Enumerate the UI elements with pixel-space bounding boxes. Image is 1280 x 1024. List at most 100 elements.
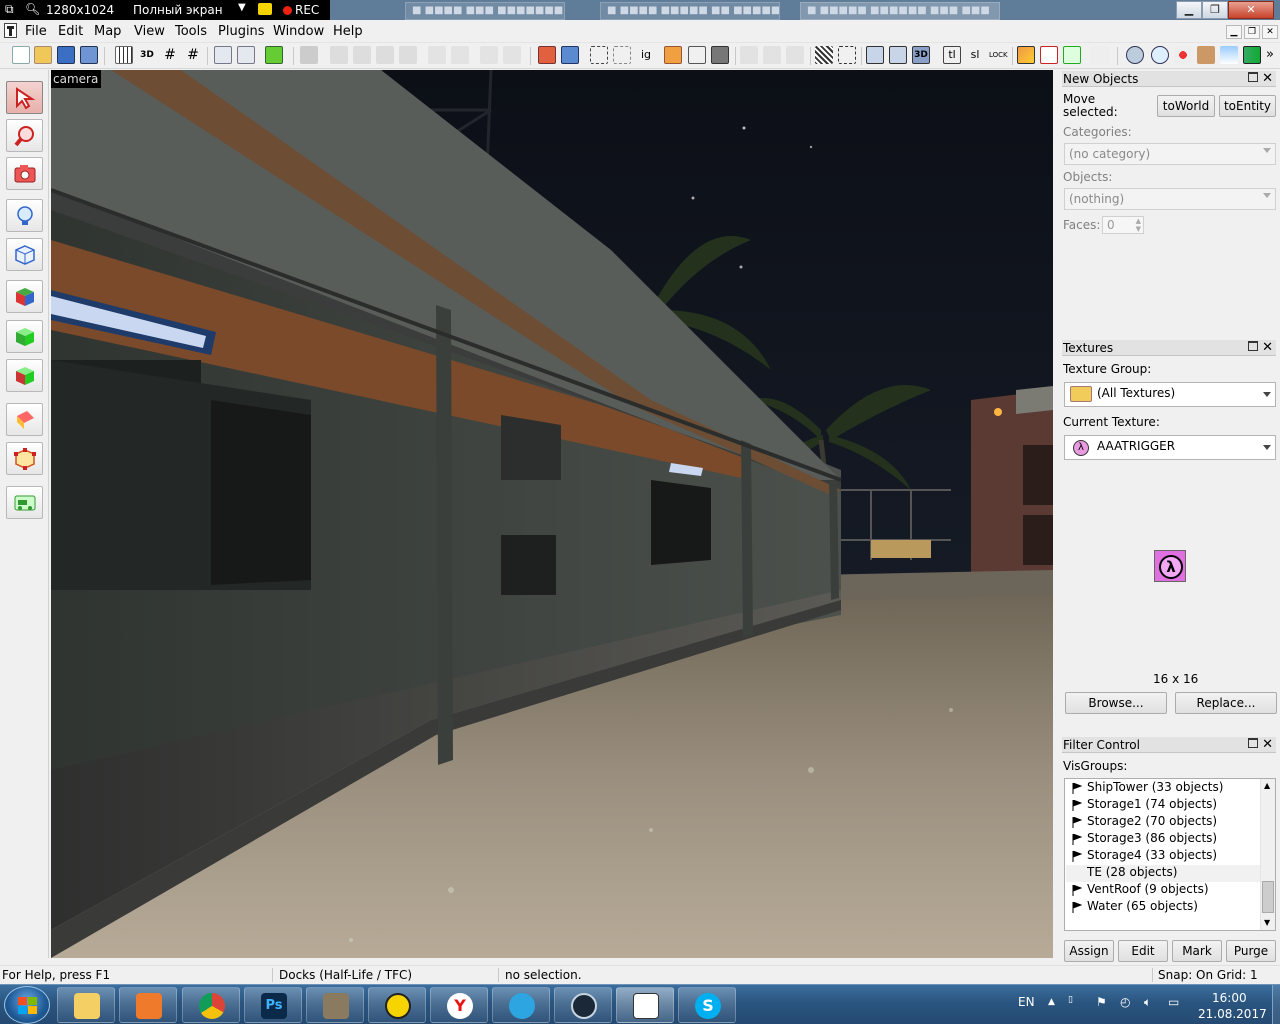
taskbar-photoshop[interactable]: Ps <box>244 987 302 1023</box>
float-icon[interactable] <box>1248 72 1258 82</box>
cordon-icon[interactable] <box>1040 46 1058 64</box>
rec-button[interactable]: REC <box>283 3 319 17</box>
2d-view-icon[interactable] <box>866 46 884 64</box>
taskbar-steam[interactable] <box>554 987 612 1023</box>
list-item[interactable]: Storage2 (70 objects) <box>1066 814 1260 831</box>
current-texture-select[interactable]: λ AAATRIGGER <box>1064 435 1276 460</box>
tray-app-icon[interactable]: ▯ <box>1068 995 1073 1005</box>
texture-group-select[interactable]: (All Textures) <box>1064 382 1276 407</box>
menu-plugins[interactable]: Plugins <box>218 24 265 39</box>
rotate-right-icon[interactable] <box>503 46 521 64</box>
new-file-icon[interactable] <box>12 46 30 64</box>
float-icon[interactable] <box>1248 341 1258 351</box>
menu-edit[interactable]: Edit <box>58 24 83 39</box>
open-folder-icon[interactable] <box>34 46 52 64</box>
to-entity-icon[interactable] <box>538 46 556 64</box>
close-icon[interactable]: ✕ <box>1262 737 1273 752</box>
list-item[interactable]: ShipTower (33 objects) <box>1066 780 1260 797</box>
hide-unselected-icon[interactable] <box>711 46 729 64</box>
close-icon[interactable]: ✕ <box>1262 340 1273 355</box>
flip-vertical-icon[interactable] <box>428 46 446 64</box>
rotate-left-icon[interactable] <box>480 46 498 64</box>
to-entity-button[interactable]: toEntity <box>1219 95 1276 117</box>
align-bottom-icon[interactable] <box>399 46 417 64</box>
taskbar-explorer[interactable] <box>57 987 115 1023</box>
texture-lock-icon[interactable] <box>815 46 833 64</box>
to-world-button[interactable]: toWorld <box>1157 95 1215 117</box>
vertex-tool[interactable] <box>6 442 43 475</box>
align-top-icon[interactable] <box>376 46 394 64</box>
decal-tool[interactable] <box>6 359 43 392</box>
align-left-icon[interactable] <box>330 46 348 64</box>
flag-icon[interactable]: ⚑ <box>1096 995 1107 1009</box>
assign-button[interactable]: Assign <box>1064 940 1114 962</box>
mdi-restore-button[interactable]: ❐ <box>1244 25 1260 39</box>
taskbar-telegram[interactable] <box>492 987 550 1023</box>
entity-report-icon[interactable] <box>1174 46 1192 64</box>
taskbar-yandex[interactable]: Y <box>430 987 488 1023</box>
cut-icon[interactable] <box>740 46 758 64</box>
ignore-groups-icon[interactable]: ig <box>637 46 655 64</box>
taskbar-chrome[interactable] <box>182 987 240 1023</box>
monitor-icon[interactable]: ▭ <box>1168 995 1179 1009</box>
visgroups-list[interactable]: ShipTower (33 objects) Storage1 (74 obje… <box>1064 778 1276 931</box>
replace-button[interactable]: Replace... <box>1175 692 1277 714</box>
close-icon[interactable]: ✕ <box>1262 71 1273 86</box>
3d-view-icon[interactable]: 3D <box>912 46 930 64</box>
group-icon[interactable] <box>214 46 232 64</box>
list-item-selected[interactable]: TE (28 objects) <box>1066 865 1260 882</box>
run-map-icon[interactable] <box>1126 46 1144 64</box>
menu-tools[interactable]: Tools <box>175 24 207 39</box>
block-tool[interactable] <box>6 238 43 271</box>
grid-larger-icon[interactable]: # <box>184 46 202 64</box>
list-item[interactable]: Storage3 (86 objects) <box>1066 831 1260 848</box>
language-indicator[interactable]: EN <box>1018 995 1035 1009</box>
close-button[interactable]: ✕ <box>1228 1 1274 19</box>
selection-box-icon[interactable] <box>838 46 856 64</box>
ungroup-icon[interactable] <box>237 46 255 64</box>
taskbar-gimp[interactable] <box>306 987 364 1023</box>
taskbar-app[interactable] <box>368 987 426 1023</box>
network-icon[interactable]: ◴ <box>1120 995 1130 1009</box>
taskbar-hammer[interactable] <box>616 987 674 1023</box>
minimize-button[interactable]: ▁ <box>1176 1 1202 19</box>
list-item[interactable]: Storage4 (33 objects) <box>1066 848 1260 865</box>
smoothing-icon[interactable]: sl <box>966 46 984 64</box>
texture-tool[interactable] <box>6 280 43 313</box>
grid-toggle-icon[interactable] <box>115 46 133 64</box>
mdi-minimize-button[interactable]: ▁ <box>1226 25 1242 39</box>
app-icon[interactable] <box>4 23 17 38</box>
magnify-tool[interactable] <box>6 119 43 152</box>
select-none-icon[interactable] <box>613 46 631 64</box>
merge-icon[interactable] <box>1091 46 1109 64</box>
sky-icon[interactable] <box>1220 46 1238 64</box>
save-icon[interactable] <box>57 46 75 64</box>
chevron-down-icon[interactable]: ▼ <box>238 2 246 13</box>
grid-smaller-icon[interactable]: # <box>161 46 179 64</box>
search-icon[interactable]: 🔍︎ <box>25 2 40 16</box>
show-desktop-button[interactable] <box>1272 985 1280 1024</box>
clock-date[interactable]: 21.08.2017 <box>1198 1007 1267 1021</box>
scroll-down-icon[interactable]: ▼ <box>1264 918 1270 927</box>
lock-icon[interactable]: LOCK <box>989 46 1008 64</box>
menu-view[interactable]: View <box>134 24 165 39</box>
camera-tool[interactable] <box>6 157 43 190</box>
paint-icon[interactable] <box>1017 46 1035 64</box>
apply-texture-tool[interactable] <box>6 320 43 353</box>
vertex-manipulation-icon[interactable] <box>1063 46 1081 64</box>
carve-icon[interactable] <box>265 46 283 64</box>
3d-grid-icon[interactable]: 3D <box>138 46 156 64</box>
select-all-icon[interactable] <box>590 46 608 64</box>
menu-help[interactable]: Help <box>333 24 363 39</box>
vertical-scrollbar[interactable]: ▲ ▼ <box>1260 779 1275 930</box>
path-tool[interactable] <box>6 486 43 519</box>
menu-file[interactable]: File <box>25 24 47 39</box>
mdi-close-button[interactable]: ✕ <box>1262 25 1278 39</box>
to-world-icon[interactable] <box>561 46 579 64</box>
texture-application-icon[interactable]: tl <box>943 46 961 64</box>
hide-selected-icon[interactable] <box>664 46 682 64</box>
paste-icon[interactable] <box>786 46 804 64</box>
clock-time[interactable]: 16:00 <box>1212 991 1247 1005</box>
character-icon[interactable] <box>1197 46 1215 64</box>
list-item[interactable]: Water (65 objects) <box>1066 899 1260 916</box>
